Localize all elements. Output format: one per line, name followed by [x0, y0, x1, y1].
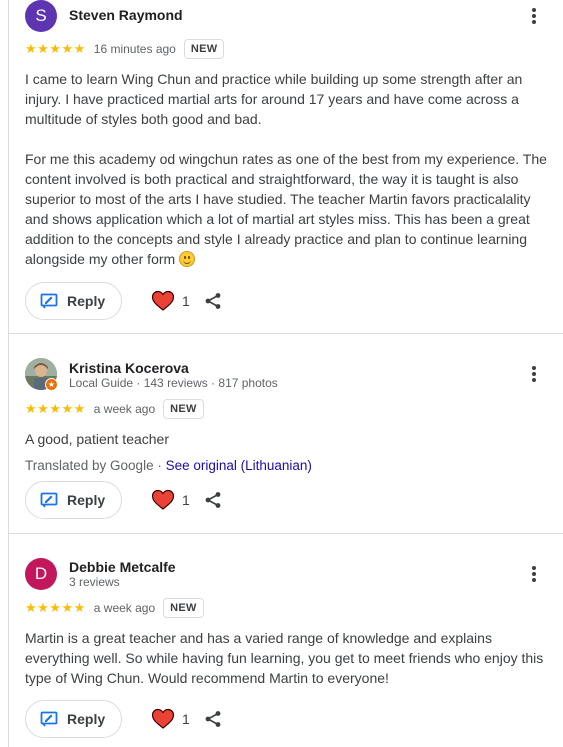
more-options-icon[interactable]: [526, 363, 542, 385]
local-guide-badge-icon: ★: [45, 378, 58, 391]
share-button[interactable]: [204, 491, 222, 509]
heart-icon: [151, 489, 175, 510]
review-card: ★ Kristina Kocerova Local Guide · 143 re…: [9, 333, 563, 533]
review-time: a week ago: [93, 601, 156, 615]
more-options-icon[interactable]: [526, 563, 542, 585]
avatar[interactable]: S: [25, 0, 57, 32]
like-count: 1: [182, 293, 190, 309]
review-paragraph: For me this academy od wingchun rates as…: [25, 151, 547, 267]
reply-icon: [40, 492, 58, 508]
share-icon: [205, 293, 221, 309]
star-rating: ★★★★★: [25, 600, 86, 615]
review-text: A good, patient teacher: [25, 431, 169, 447]
review-card: S Steven Raymond ★★★★★ 16 minutes ago NE…: [9, 0, 563, 333]
review-actions: Reply 1: [25, 282, 222, 320]
like-button[interactable]: 1: [151, 290, 190, 312]
reviewer-name[interactable]: Kristina Kocerova: [69, 360, 189, 376]
new-badge: NEW: [163, 598, 204, 618]
new-badge: NEW: [163, 399, 204, 419]
rating-row: ★★★★★ a week ago NEW: [25, 398, 204, 420]
heart-icon: [151, 708, 175, 729]
star-rating: ★★★★★: [25, 41, 86, 56]
star-rating: ★★★★★: [25, 401, 86, 416]
review-card: D Debbie Metcalfe 3 reviews ★★★★★ a week…: [9, 533, 563, 747]
like-button[interactable]: 1: [151, 708, 190, 730]
translated-by-label: Translated by Google ·: [25, 458, 166, 473]
reviewer-name[interactable]: Debbie Metcalfe: [69, 559, 176, 575]
review-text: Martin is a great teacher and has a vari…: [25, 630, 544, 686]
review-actions: Reply 1: [25, 700, 222, 738]
more-options-icon[interactable]: [526, 5, 542, 27]
review-time: a week ago: [93, 402, 156, 416]
reply-button[interactable]: Reply: [25, 700, 122, 738]
translation-note: Translated by Google · See original (Lit…: [25, 458, 312, 473]
reply-label: Reply: [67, 492, 106, 508]
new-badge: NEW: [183, 39, 225, 59]
reply-icon: [40, 293, 58, 309]
avatar[interactable]: D: [25, 558, 57, 590]
reviewer-meta: 3 reviews: [69, 575, 120, 589]
like-button[interactable]: 1: [151, 489, 190, 511]
reply-label: Reply: [67, 711, 106, 727]
share-button[interactable]: [204, 292, 222, 310]
reply-button[interactable]: Reply: [25, 481, 122, 519]
review-actions: Reply 1: [25, 481, 222, 519]
share-icon: [205, 492, 221, 508]
rating-row: ★★★★★ a week ago NEW: [25, 597, 204, 619]
heart-icon: [151, 290, 175, 311]
review-paragraph: I came to learn Wing Chun and practice w…: [25, 71, 523, 127]
reviewer-meta: Local Guide · 143 reviews · 817 photos: [69, 376, 278, 390]
reply-icon: [40, 711, 58, 727]
like-count: 1: [182, 711, 190, 727]
review-text: I came to learn Wing Chun and practice w…: [25, 69, 549, 269]
share-icon: [205, 711, 221, 727]
reply-button[interactable]: Reply: [25, 282, 122, 320]
like-count: 1: [182, 492, 190, 508]
avatar[interactable]: ★: [25, 358, 58, 391]
reply-label: Reply: [67, 293, 106, 309]
rating-row: ★★★★★ 16 minutes ago NEW: [25, 38, 225, 60]
reviewer-name[interactable]: Steven Raymond: [69, 7, 183, 23]
share-button[interactable]: [204, 710, 222, 728]
see-original-link[interactable]: See original (Lithuanian): [166, 458, 312, 473]
smiley-emoji: [179, 251, 196, 267]
review-time: 16 minutes ago: [93, 42, 176, 56]
